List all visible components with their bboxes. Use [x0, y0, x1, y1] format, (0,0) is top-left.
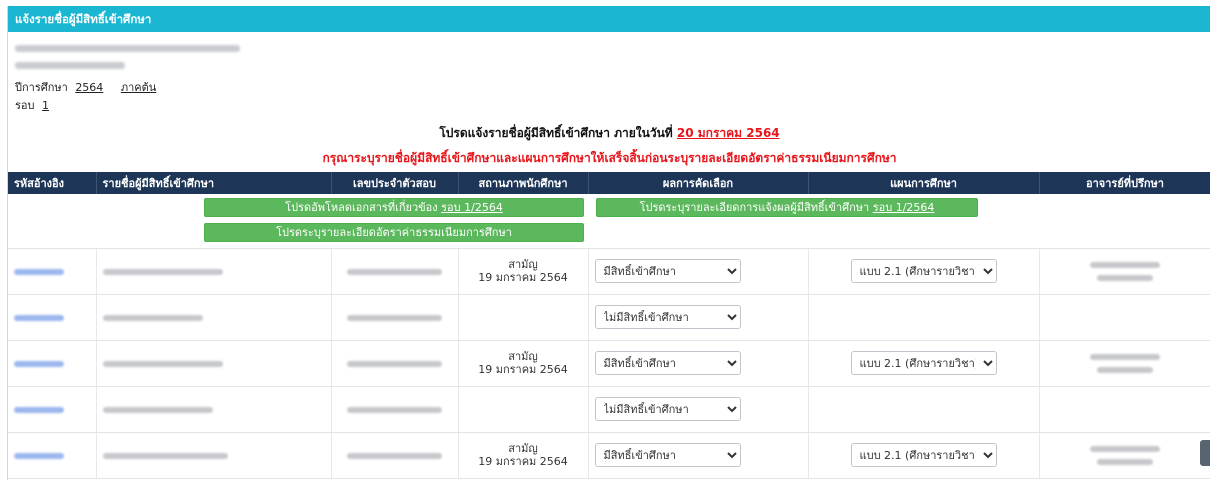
blurred-exam-id — [347, 314, 442, 321]
blurred-advisor — [1090, 446, 1160, 452]
year-label: ปีการศึกษา — [15, 81, 68, 94]
blurred-program-name — [15, 45, 240, 52]
ref-link[interactable] — [14, 314, 64, 321]
blurred-name — [102, 314, 203, 321]
plan-select[interactable]: แบบ 2.1 (ศึกษารายวิชา) — [850, 259, 997, 283]
result-select[interactable]: ไม่มีสิทธิ์เข้าศึกษา — [594, 397, 741, 421]
blurred-advisor-2 — [1097, 459, 1153, 465]
advisor-cell-empty — [1039, 294, 1210, 341]
fee-detail-button[interactable]: โปรดระบุรายละเอียดอัตราค่าธรรมเนียมการศึ… — [204, 223, 584, 242]
status-cell: สามัญ 19 มกราคม 2564 — [458, 432, 589, 479]
status-cell: สามัญ 19 มกราคม 2564 — [458, 340, 589, 387]
col-exam-id: เลขประจำตัวสอบ — [331, 172, 459, 194]
blurred-exam-id — [347, 268, 442, 275]
col-plan: แผนการศึกษา — [808, 172, 1040, 194]
blurred-advisor-2 — [1097, 367, 1153, 373]
round-label: รอบ — [15, 99, 35, 112]
advisor-cell-empty — [1039, 386, 1210, 433]
plan-cell-empty — [808, 294, 1040, 341]
table-row: ไม่มีสิทธิ์เข้าศึกษา — [8, 294, 1210, 341]
notify-label: โปรดระบุรายละเอียดการแจ้งผลผู้มีสิทธิ์เข… — [639, 201, 870, 214]
deadline-text: โปรดแจ้งรายชื่อผู้มีสิทธิ์เข้าศึกษา ภายใ… — [439, 126, 673, 140]
status-cell — [458, 386, 589, 433]
result-select[interactable]: มีสิทธิ์เข้าศึกษา — [594, 351, 741, 375]
upload-documents-button[interactable]: โปรดอัพโหลดเอกสารที่เกี่ยวข้อง รอบ 1/256… — [204, 198, 584, 217]
upload-label: โปรดอัพโหลดเอกสารที่เกี่ยวข้อง — [285, 201, 438, 214]
col-advisor: อาจารย์ที่ปรึกษา — [1039, 172, 1210, 194]
table-row: สามัญ 19 มกราคม 2564 มีสิทธิ์เข้าศึกษา แบ… — [8, 340, 1210, 387]
academic-year-row: ปีการศึกษา 2564 ภาคต้น — [15, 79, 1210, 97]
program-info: ปีการศึกษา 2564 ภาคต้น รอบ 1 — [8, 32, 1210, 115]
table-row: สามัญ 19 มกราคม 2564 มีสิทธิ์เข้าศึกษา แบ… — [8, 432, 1210, 479]
table-row: ไม่มีสิทธิ์เข้าศึกษา — [8, 386, 1210, 433]
blurred-name — [102, 406, 213, 413]
blurred-faculty-name — [15, 62, 125, 69]
candidates-table: รหัสอ้างอิง รายชื่อผู้มีสิทธิ์เข้าศึกษา … — [8, 172, 1210, 479]
instruction-notice: กรุณาระบุรายชื่อผู้มีสิทธิ์เข้าศึกษาและแ… — [322, 151, 897, 165]
upload-round-link: รอบ 1/2564 — [441, 201, 503, 214]
table-header-row: รหัสอ้างอิง รายชื่อผู้มีสิทธิ์เข้าศึกษา … — [8, 172, 1210, 194]
ref-link[interactable] — [14, 360, 64, 367]
plan-cell-empty — [808, 386, 1040, 433]
blurred-exam-id — [347, 406, 442, 413]
result-select[interactable]: มีสิทธิ์เข้าศึกษา — [594, 259, 741, 283]
blurred-advisor — [1090, 262, 1160, 268]
blurred-name — [102, 452, 228, 459]
round-link[interactable]: 1 — [42, 99, 49, 112]
panel-title: แจ้งรายชื่อผู้มีสิทธิ์เข้าศึกษา — [8, 6, 1210, 32]
round-row: รอบ 1 — [15, 97, 1210, 115]
col-ref: รหัสอ้างอิง — [8, 172, 97, 194]
notify-results-button[interactable]: โปรดระบุรายละเอียดการแจ้งผลผู้มีสิทธิ์เข… — [596, 198, 978, 217]
ref-link[interactable] — [14, 406, 64, 413]
blurred-exam-id — [347, 360, 442, 367]
result-select[interactable]: ไม่มีสิทธิ์เข้าศึกษา — [594, 305, 741, 329]
ref-link[interactable] — [14, 268, 64, 275]
notify-round-link: รอบ 1/2564 — [872, 201, 935, 214]
ref-link[interactable] — [14, 452, 64, 459]
blurred-name — [102, 360, 223, 367]
table-row: สามัญ 19 มกราคม 2564 มีสิทธิ์เข้าศึกษา แบ… — [8, 248, 1210, 295]
col-name: รายชื่อผู้มีสิทธิ์เข้าศึกษา — [96, 172, 332, 194]
blurred-advisor — [1090, 354, 1160, 360]
blurred-name — [102, 268, 223, 275]
status-cell: สามัญ 19 มกราคม 2564 — [458, 248, 589, 295]
result-select[interactable]: มีสิทธิ์เข้าศึกษา — [594, 443, 741, 467]
blurred-advisor-2 — [1097, 275, 1153, 281]
col-result: ผลการคัดเลือก — [588, 172, 809, 194]
scroll-to-top-button[interactable] — [1200, 440, 1210, 466]
year-link[interactable]: 2564 — [75, 81, 103, 94]
status-cell — [458, 294, 589, 341]
plan-select[interactable]: แบบ 2.1 (ศึกษารายวิชา) — [850, 443, 997, 467]
plan-select[interactable]: แบบ 2.1 (ศึกษารายวิชา) — [850, 351, 997, 375]
term-link[interactable]: ภาคต้น — [121, 81, 156, 94]
deadline-date: 20 มกราคม 2564 — [676, 126, 780, 140]
col-status: สถานภาพนักศึกษา — [458, 172, 589, 194]
blurred-exam-id — [347, 452, 442, 459]
admission-panel: แจ้งรายชื่อผู้มีสิทธิ์เข้าศึกษา ปีการศึก… — [7, 6, 1210, 480]
actions-row: โปรดอัพโหลดเอกสารที่เกี่ยวข้อง รอบ 1/256… — [8, 194, 1210, 249]
deadline-notice: โปรดแจ้งรายชื่อผู้มีสิทธิ์เข้าศึกษา ภายใ… — [8, 124, 1210, 143]
